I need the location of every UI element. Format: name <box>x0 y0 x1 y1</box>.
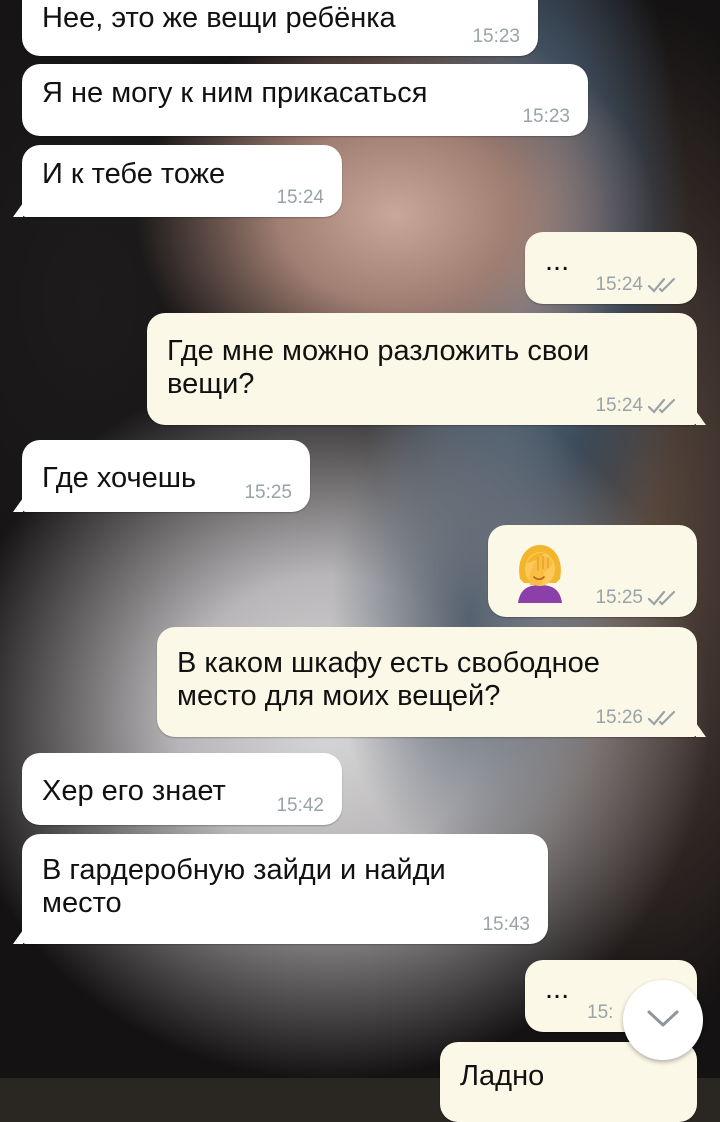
incoming-message[interactable]: Где хочешь 15:25 <box>13 440 310 512</box>
message-text: Нее, это же вещи ребёнка <box>42 2 396 34</box>
message-text: Я не могу к ним прикасаться <box>42 77 428 109</box>
message-meta: 15:24 <box>595 275 679 295</box>
message-time: 15:24 <box>595 395 643 416</box>
message-text: В гардеробную зайди и найди место <box>42 854 454 919</box>
message-time: 15:25 <box>244 482 292 503</box>
message-time: 15:42 <box>276 795 324 816</box>
incoming-message[interactable]: И к тебе тоже 15:24 <box>13 145 342 217</box>
message-text: ... <box>545 245 570 277</box>
message-time: 15:43 <box>482 914 530 935</box>
outgoing-message[interactable]: В каком шкафу есть свободное место для м… <box>157 627 706 737</box>
outgoing-message[interactable]: 15:25 <box>488 525 697 617</box>
message-text: ... <box>545 973 570 1005</box>
message-time: 15:24 <box>595 274 643 295</box>
incoming-message[interactable]: В гардеробную зайди и найди место 15:43 <box>13 834 548 944</box>
message-meta: 15:24 <box>595 396 679 416</box>
message-text: И к тебе тоже <box>42 158 226 190</box>
double-check-icon <box>647 588 679 608</box>
chevron-down-icon <box>643 1006 683 1035</box>
message-time: 15:23 <box>522 106 570 127</box>
message-meta: 15:25 <box>244 483 292 503</box>
message-text: Хер его знает <box>42 775 226 807</box>
message-time: 15:25 <box>595 587 643 608</box>
double-check-icon <box>647 396 679 416</box>
woman-facepalming-icon <box>508 539 572 603</box>
message-text: Где мне можно разложить свои вещи? <box>167 335 598 400</box>
message-text: Ладно <box>460 1060 545 1092</box>
message-meta: 15:43 <box>482 915 530 935</box>
scroll-to-bottom-button[interactable] <box>623 980 703 1060</box>
message-meta: 15:23 <box>472 27 520 47</box>
outgoing-message[interactable]: ... 15:24 <box>525 232 697 304</box>
message-meta: 15:42 <box>276 796 324 816</box>
message-time: 15:23 <box>472 26 520 47</box>
double-check-icon <box>647 708 679 728</box>
message-meta: 15:26 <box>595 708 679 728</box>
message-meta: 15:24 <box>276 188 324 208</box>
message-time: 15:24 <box>276 187 324 208</box>
incoming-message[interactable]: Хер его знает 15:42 <box>22 753 342 825</box>
outgoing-message[interactable]: Где мне можно разложить свои вещи? 15:24 <box>147 313 706 425</box>
incoming-message[interactable]: Я не могу к ним прикасаться 15:23 <box>22 64 588 136</box>
message-text: Где хочешь <box>42 462 197 494</box>
message-meta: 15:25 <box>595 588 679 608</box>
message-time: 15: <box>587 1002 614 1023</box>
message-meta: 15:23 <box>522 107 570 127</box>
double-check-icon <box>647 275 679 295</box>
incoming-message[interactable]: Нее, это же вещи ребёнка 15:23 <box>22 0 538 56</box>
message-meta: 15: <box>587 1003 613 1023</box>
message-time: 15:26 <box>595 707 643 728</box>
message-text: В каком шкафу есть свободное место для м… <box>177 647 608 712</box>
